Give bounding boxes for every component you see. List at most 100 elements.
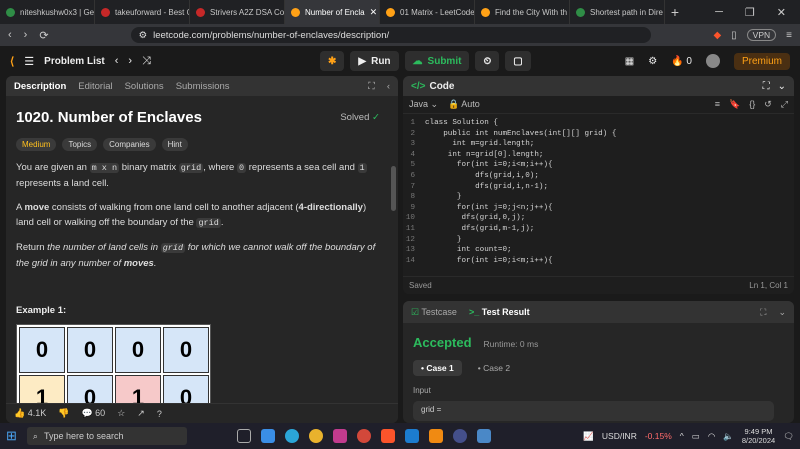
browser-tab[interactable]: Strivers A2Z DSA Co: [190, 0, 285, 24]
browser-tab[interactable]: Find the City With th: [475, 0, 570, 24]
case-1-tab[interactable]: • Case 1: [413, 360, 462, 376]
streak-counter[interactable]: 🔥 0: [671, 56, 692, 67]
reset-icon[interactable]: ↺: [764, 99, 772, 110]
debug-button[interactable]: ✱: [320, 51, 345, 71]
premium-button[interactable]: Premium: [733, 52, 790, 70]
code-editor[interactable]: 1 class Solution {2 public int numEnclave…: [403, 114, 794, 266]
tab-title: 01 Matrix - LeetCode: [400, 7, 475, 17]
intellij-icon[interactable]: [332, 429, 347, 443]
tab-solutions[interactable]: Solutions: [125, 81, 164, 92]
like-button[interactable]: 👍 4.1K: [14, 408, 46, 419]
topics-chip[interactable]: Topics: [62, 138, 98, 151]
tab-submissions[interactable]: Submissions: [176, 81, 230, 92]
notification-icon[interactable]: 🗨: [783, 431, 794, 442]
bookmark-icon[interactable]: 🔖: [729, 99, 740, 110]
expand-icon[interactable]: ⛶: [760, 307, 766, 318]
browser-tab[interactable]: niteshkushw0x3 | Gee: [0, 0, 95, 24]
minimize-icon[interactable]: ─: [715, 6, 723, 19]
taskbar-search[interactable]: ⌕ Type here to search: [26, 427, 187, 445]
hint-chip[interactable]: Hint: [161, 138, 188, 151]
auto-mode-toggle[interactable]: 🔒 Auto: [448, 99, 480, 110]
line-text: int n=grid[0].length;: [425, 150, 544, 159]
sidebar-icon[interactable]: ▯: [731, 30, 737, 41]
description-footer: 👍 4.1K 👎 💬 60 ☆ ↗?: [6, 403, 398, 423]
text: .: [153, 258, 157, 269]
close-tab-icon[interactable]: ✕: [370, 7, 378, 18]
photos-icon[interactable]: [476, 429, 491, 443]
menu-icon[interactable]: ≡: [786, 30, 792, 41]
vlc-icon[interactable]: [428, 429, 443, 443]
collapse-icon[interactable]: ⌄: [778, 81, 786, 92]
tab-editorial[interactable]: Editorial: [78, 81, 112, 92]
brave-shield-icon[interactable]: ◆: [713, 30, 721, 41]
next-problem-icon[interactable]: ›: [128, 55, 132, 67]
leetcode-logo-icon[interactable]: ⟨: [10, 55, 14, 68]
fullscreen-icon[interactable]: ⤢: [781, 99, 788, 110]
vpn-button[interactable]: VPN: [746, 29, 777, 41]
code-line: 9 for(int j=0;j<n;j++){: [403, 203, 794, 214]
chrome-alt-icon[interactable]: [356, 429, 371, 443]
avatar[interactable]: [705, 54, 720, 68]
url-field[interactable]: ⚙ leetcode.com/problems/number-of-enclave…: [130, 27, 651, 43]
run-button[interactable]: ▶ Run: [350, 51, 399, 71]
chrome-icon[interactable]: [308, 429, 323, 443]
difficulty-badge[interactable]: Medium: [16, 138, 57, 151]
language-select[interactable]: Java ⌄: [409, 99, 438, 110]
shuffle-icon[interactable]: ⤨: [142, 55, 151, 68]
eclipse-icon[interactable]: [452, 429, 467, 443]
submit-button[interactable]: ☁ Submit: [404, 51, 470, 71]
battery-icon[interactable]: ▭: [692, 431, 700, 442]
layout-icon[interactable]: ▦: [625, 56, 634, 67]
bold: moves: [123, 258, 154, 269]
task-view-icon[interactable]: [236, 429, 251, 443]
companies-chip[interactable]: Companies: [103, 138, 156, 151]
collapse-icon[interactable]: ⌄: [778, 307, 786, 318]
prev-problem-icon[interactable]: ‹: [115, 55, 119, 67]
help-icon[interactable]: ?: [157, 409, 162, 419]
favicon-icon: [196, 7, 205, 17]
chart-widget-icon[interactable]: 📈: [583, 431, 594, 442]
restore-icon[interactable]: ❐: [745, 6, 755, 19]
problem-list-icon[interactable]: ☰: [24, 55, 34, 68]
browser-tab[interactable]: Number of Encla ✕: [285, 0, 380, 24]
back-icon[interactable]: ‹: [8, 29, 12, 41]
reload-icon[interactable]: ⟳: [39, 29, 48, 42]
brave-icon[interactable]: [380, 429, 395, 443]
tab-testcase[interactable]: ☑ Testcase: [411, 307, 457, 318]
file-explorer-icon[interactable]: [260, 429, 275, 443]
line-text: dfs(grid,i,0);: [425, 171, 539, 180]
notes-button[interactable]: ▢: [505, 51, 531, 71]
problem-list-link[interactable]: Problem List: [44, 56, 105, 67]
clock[interactable]: 9:49 PM 8/20/2024: [742, 427, 775, 445]
browser-tab[interactable]: Shortest path in Dire: [570, 0, 665, 24]
wifi-icon[interactable]: ◠: [708, 431, 715, 442]
dislike-icon[interactable]: 👎: [58, 408, 69, 419]
share-icon[interactable]: ↗: [137, 408, 145, 419]
volume-icon[interactable]: 🔈: [723, 431, 734, 442]
format-icon[interactable]: ≡: [715, 99, 720, 110]
vscode-icon[interactable]: [404, 429, 419, 443]
star-icon[interactable]: ☆: [117, 408, 125, 419]
timer-button[interactable]: ⏲: [475, 51, 500, 71]
case-2-tab[interactable]: • Case 2: [470, 360, 518, 376]
tab-test-result[interactable]: >_ Test Result: [469, 307, 530, 317]
address-bar-row: ‹ › ⟳ ⚙ leetcode.com/problems/number-of-enc…: [0, 24, 800, 46]
braces-icon[interactable]: {}: [749, 99, 755, 110]
browser-tab[interactable]: takeuforward - Best C: [95, 0, 190, 24]
close-icon[interactable]: ✕: [777, 6, 786, 19]
site-info-icon[interactable]: ⚙: [139, 30, 148, 41]
browser-tab[interactable]: 01 Matrix - LeetCode: [380, 0, 475, 24]
forward-icon[interactable]: ›: [24, 29, 28, 41]
favicon-icon: [576, 7, 585, 17]
expand-icon[interactable]: ⛶: [763, 81, 770, 92]
expand-icon[interactable]: ⛶: [368, 81, 375, 92]
tray-chevron-icon[interactable]: ^: [680, 431, 684, 441]
windows-start-icon[interactable]: ⊞: [6, 428, 17, 444]
comments-button[interactable]: 💬 60: [81, 408, 105, 419]
settings-icon[interactable]: ⚙: [648, 56, 657, 67]
tab-description[interactable]: Description: [14, 81, 66, 92]
new-tab-button[interactable]: +: [665, 4, 685, 20]
collapse-icon[interactable]: ‹: [387, 81, 390, 92]
scrollbar[interactable]: [391, 166, 396, 211]
edge-icon[interactable]: [284, 429, 299, 443]
